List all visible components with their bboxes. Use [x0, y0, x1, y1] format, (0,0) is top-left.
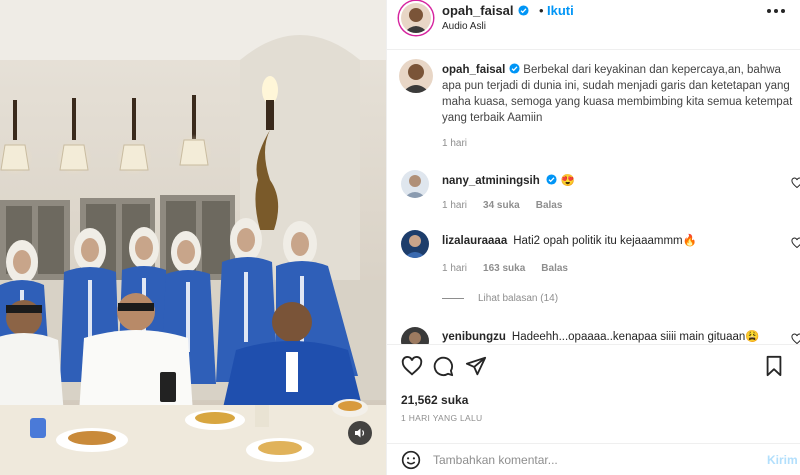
author-avatar-image	[401, 3, 431, 33]
caption-time: 1 hari	[442, 138, 468, 149]
view-replies-label[interactable]: Lihat balasan (14)	[478, 293, 558, 304]
header-separator: •	[539, 3, 544, 18]
audio-label[interactable]: Audio Asli	[442, 21, 486, 32]
comments-list[interactable]: opah_faisal Berbekal dari keyakinan dan k…	[387, 51, 800, 344]
caption-avatar-image	[399, 59, 433, 93]
follow-button[interactable]: Ikuti	[547, 3, 574, 18]
author-avatar[interactable]	[399, 1, 433, 35]
volume-toggle-button[interactable]	[348, 421, 372, 445]
author-username-text[interactable]: opah_faisal	[442, 3, 514, 18]
view-replies-button[interactable]: Lihat balasan (14)	[442, 293, 558, 304]
bookmark-icon[interactable]	[763, 355, 785, 377]
comment-meta: 1 hari 34 suka Balas	[442, 200, 562, 211]
caption-meta: 1 hari	[442, 138, 467, 149]
comment-heart-icon[interactable]	[791, 333, 800, 344]
video-player[interactable]	[0, 0, 386, 475]
video-frame	[0, 0, 386, 475]
commenter-avatar[interactable]	[401, 170, 429, 198]
comment-line: lizalauraaaa Hati2 opah politik itu kejaa…	[442, 233, 697, 247]
commenter-avatar-image	[401, 327, 429, 344]
comment-likes[interactable]: 34 suka	[483, 200, 520, 211]
caption-text-block: opah_faisal Berbekal dari keyakinan dan k…	[442, 62, 794, 126]
comment-text: Hadeehh...opaaaa..kenapaa siiii main git…	[511, 331, 760, 343]
comment-item: lizalauraaaa Hati2 opah politik itu kejaa…	[387, 227, 800, 317]
verified-icon	[546, 174, 557, 185]
more-options-icon[interactable]	[767, 9, 787, 15]
post-header: opah_faisal • Ikuti Audio Asli	[387, 0, 800, 50]
comment-item: nany_atminingsih 😍 1 hari 34 suka Balas	[387, 167, 800, 217]
commenter-avatar[interactable]	[401, 327, 429, 344]
instagram-post-view: opah_faisal • Ikuti Audio Asli opah_fais…	[0, 0, 800, 475]
comment-item: yenibungzu Hadeehh...opaaaa..kenapaa siii…	[387, 325, 800, 344]
volume-icon	[355, 428, 365, 438]
comment-icon[interactable]	[432, 355, 454, 377]
reply-button[interactable]: Balas	[536, 200, 563, 211]
commenter-avatar[interactable]	[401, 230, 429, 258]
comment-text: 😍	[560, 175, 576, 187]
send-button[interactable]: Kirim	[767, 453, 798, 467]
comment-input[interactable]	[433, 450, 753, 470]
share-icon[interactable]	[465, 355, 487, 377]
comment-username[interactable]: nany_atminingsih	[442, 175, 540, 187]
caption-username[interactable]: opah_faisal	[442, 64, 505, 76]
comment-heart-icon[interactable]	[791, 237, 800, 249]
heart-icon[interactable]	[401, 355, 423, 377]
comment-username[interactable]: lizalauraaaa	[442, 235, 507, 247]
reply-button[interactable]: Balas	[541, 263, 568, 274]
comment-composer: Kirim	[387, 443, 800, 475]
comment-line: yenibungzu Hadeehh...opaaaa..kenapaa siii…	[442, 329, 760, 343]
verified-icon	[517, 5, 529, 16]
replies-divider	[442, 298, 464, 299]
comment-line: nany_atminingsih 😍	[442, 173, 575, 187]
comment-meta: 1 hari 163 suka Balas	[442, 263, 568, 274]
author-username[interactable]: opah_faisal	[442, 3, 529, 18]
comment-username[interactable]: yenibungzu	[442, 331, 506, 343]
caption-avatar[interactable]	[399, 59, 433, 93]
like-count[interactable]: 21,562 suka	[401, 393, 468, 407]
post-side-panel: opah_faisal • Ikuti Audio Asli opah_fais…	[386, 0, 800, 475]
caption: opah_faisal Berbekal dari keyakinan dan k…	[387, 51, 800, 151]
emoji-icon[interactable]	[401, 450, 421, 470]
post-date[interactable]: 1 HARI YANG LALU	[401, 413, 483, 423]
commenter-avatar-image	[401, 170, 429, 198]
comment-heart-icon[interactable]	[791, 177, 800, 189]
comment-time: 1 hari	[442, 200, 468, 211]
comment-likes[interactable]: 163 suka	[483, 263, 525, 274]
commenter-avatar-image	[401, 230, 429, 258]
comment-time: 1 hari	[442, 263, 468, 274]
verified-icon	[509, 63, 520, 74]
comment-text: Hati2 opah politik itu kejaaammm🔥	[513, 235, 697, 247]
